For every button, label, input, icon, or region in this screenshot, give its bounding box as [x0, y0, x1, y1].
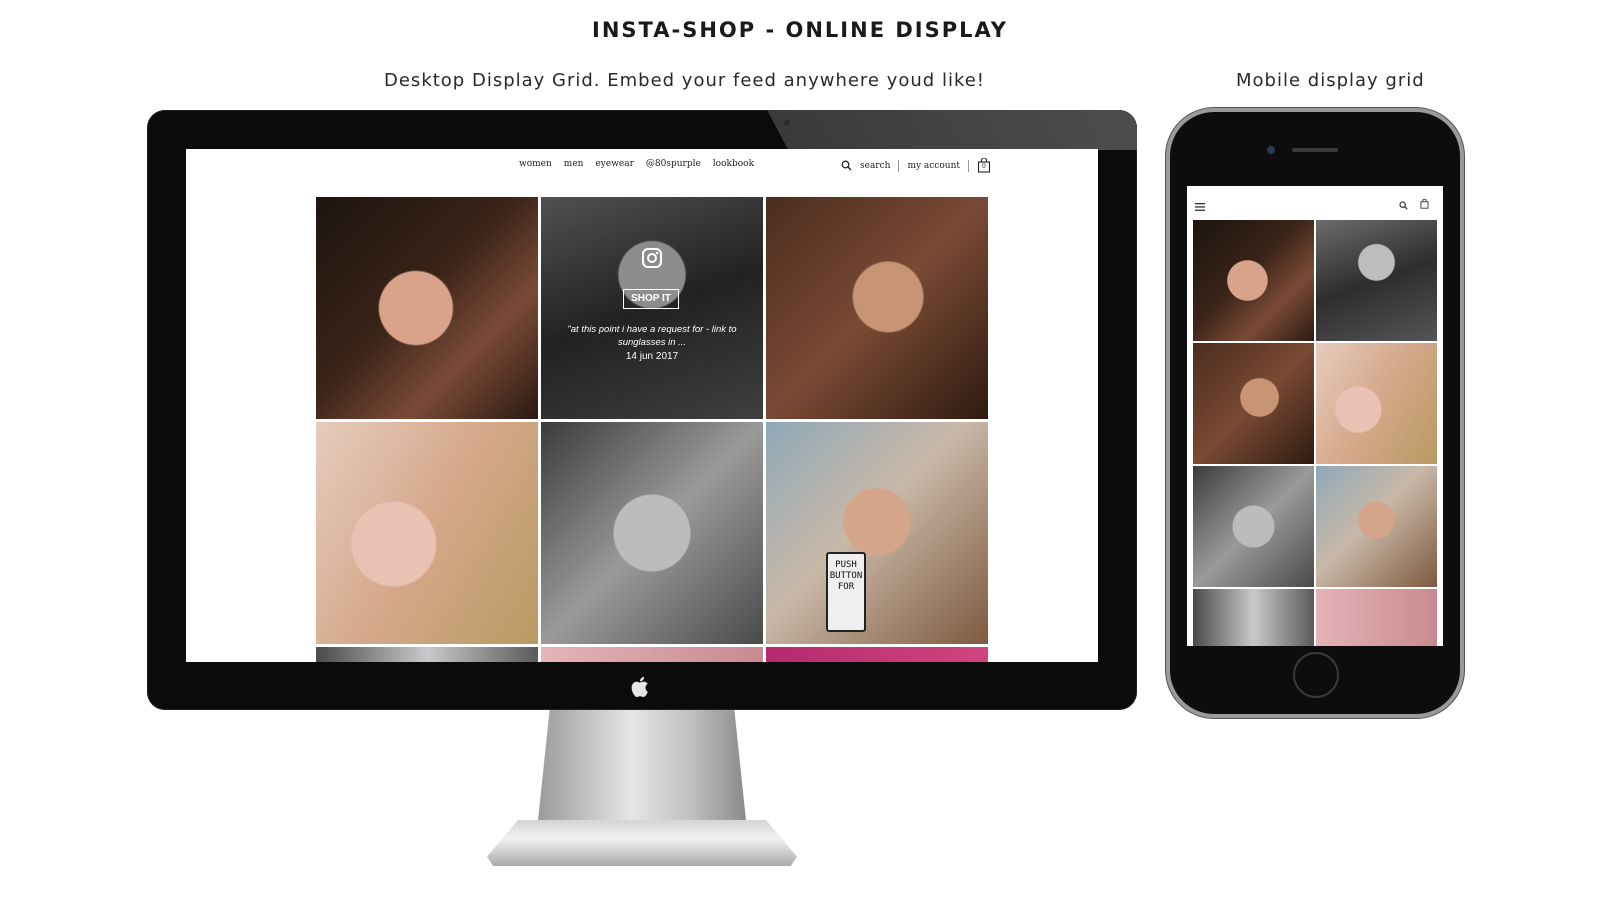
grid-photo[interactable] [316, 647, 538, 662]
grid-photo[interactable] [316, 422, 538, 644]
grid-photo[interactable] [1193, 589, 1314, 646]
post-overlay: SHOP IT "at this point i have a request … [541, 197, 763, 419]
nav-link-lookbook[interactable]: lookbook [713, 159, 754, 169]
phone-camera [1267, 146, 1275, 154]
grid-photo-featured[interactable]: SHOP IT "at this point i have a request … [541, 197, 763, 419]
nav-link-eyewear[interactable]: eyewear [595, 159, 633, 169]
desktop-monitor: women men eyewear @80spurple lookbook se… [147, 110, 1137, 710]
grid-photo[interactable]: PUSH BUTTON FOR [766, 422, 988, 644]
apple-logo-icon [631, 676, 648, 697]
desktop-screen: women men eyewear @80spurple lookbook se… [186, 149, 1098, 662]
mobile-nav [1187, 186, 1443, 216]
phone-speaker [1292, 148, 1338, 152]
grid-photo[interactable] [316, 197, 538, 419]
grid-photo[interactable] [1316, 589, 1437, 646]
grid-photo[interactable] [1316, 343, 1437, 464]
nav-divider [968, 159, 970, 172]
phone-home-button[interactable] [1293, 652, 1339, 698]
post-caption: "at this point i have a request for - li… [567, 324, 737, 348]
cart-icon[interactable]: 0 [977, 158, 991, 173]
nav-link-80spurple[interactable]: @80spurple [646, 159, 701, 169]
grid-photo[interactable] [1316, 466, 1437, 587]
desktop-caption: Desktop Display Grid. Embed your feed an… [384, 70, 986, 91]
monitor-camera [784, 120, 790, 126]
grid-photo[interactable] [766, 647, 988, 662]
search-link[interactable]: search [860, 161, 890, 171]
site-nav: women men eyewear @80spurple lookbook se… [186, 149, 1098, 189]
grid-photo[interactable] [1193, 343, 1314, 464]
bag-icon[interactable] [1420, 194, 1429, 213]
page-title: INSTA-SHOP - ONLINE DISPLAY [592, 18, 1008, 42]
post-date: 14 jun 2017 [625, 351, 679, 362]
nav-link-women[interactable]: women [519, 159, 552, 169]
grid-photo[interactable] [541, 422, 763, 644]
nav-links: women men eyewear @80spurple lookbook [519, 159, 754, 169]
mobile-caption: Mobile display grid [1236, 70, 1425, 91]
nav-right: search my account 0 [841, 158, 991, 173]
mobile-photo-grid [1193, 220, 1437, 646]
cart-count: 0 [982, 163, 986, 170]
account-link[interactable]: my account [907, 161, 960, 171]
push-button-sign: PUSH BUTTON FOR [826, 552, 866, 632]
mobile-phone [1170, 112, 1460, 714]
nav-link-men[interactable]: men [564, 159, 584, 169]
shop-it-button[interactable]: SHOP IT [623, 289, 679, 309]
menu-icon[interactable] [1195, 196, 1205, 215]
desktop-photo-grid: SHOP IT "at this point i have a request … [316, 197, 988, 662]
grid-photo[interactable] [541, 647, 763, 662]
grid-photo[interactable] [1193, 466, 1314, 587]
monitor-stand-neck [537, 710, 747, 830]
grid-photo[interactable] [1193, 220, 1314, 341]
instagram-icon [641, 247, 663, 273]
monitor-stand-base [487, 820, 797, 866]
nav-divider [898, 159, 900, 172]
search-icon[interactable] [1399, 195, 1408, 214]
mobile-screen [1187, 186, 1443, 646]
search-icon[interactable] [841, 160, 852, 171]
grid-photo[interactable] [766, 197, 988, 419]
monitor-gloss [767, 110, 1137, 150]
grid-photo[interactable] [1316, 220, 1437, 341]
